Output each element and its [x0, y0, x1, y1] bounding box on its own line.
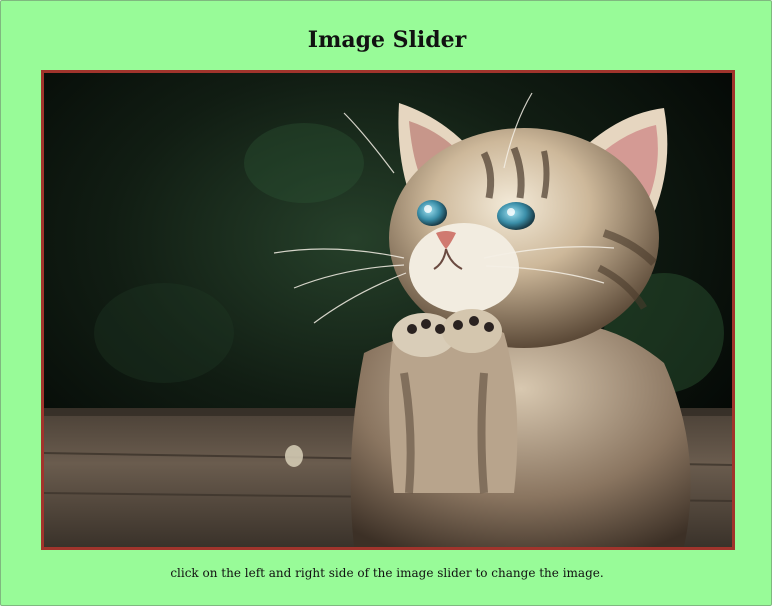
image-slider[interactable] [41, 70, 735, 550]
slider-next-zone[interactable] [388, 73, 732, 547]
slider-prev-zone[interactable] [44, 73, 388, 547]
page: Image Slider click on the left and right… [0, 0, 772, 606]
page-title: Image Slider [307, 27, 467, 53]
slider-instructions: click on the left and right side of the … [170, 566, 604, 580]
